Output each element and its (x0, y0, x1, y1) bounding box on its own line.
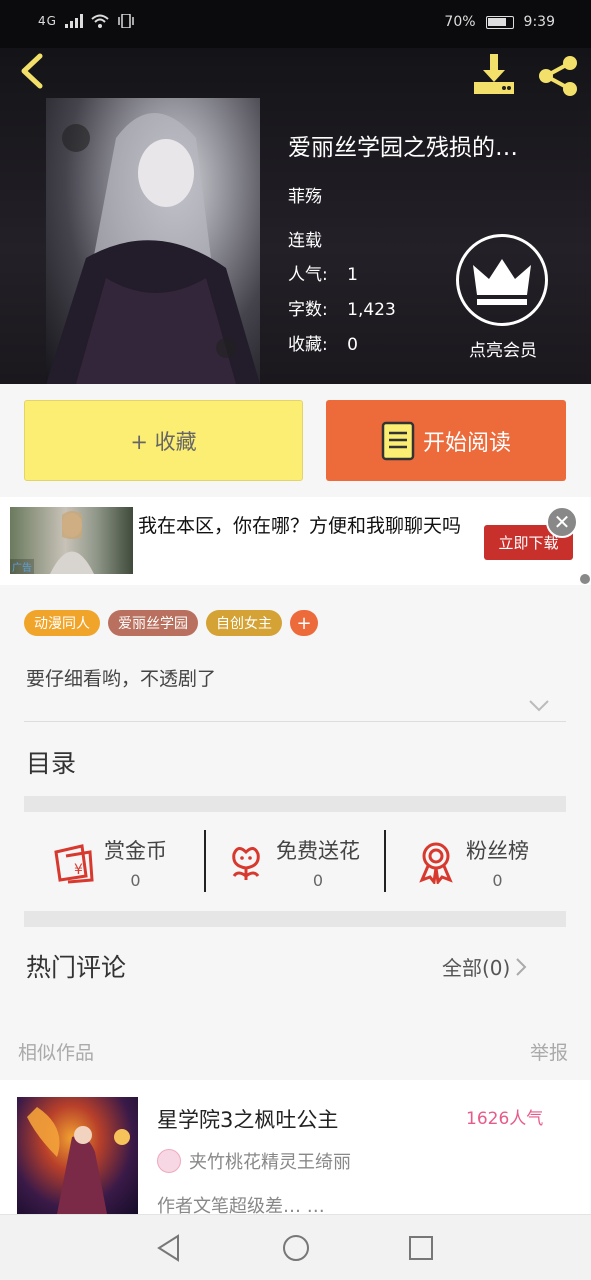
download-button[interactable] (470, 52, 518, 96)
send-flowers-button[interactable]: 免费送花 0 (224, 832, 360, 892)
download-icon (474, 54, 514, 94)
nav-home-button[interactable] (281, 1233, 311, 1263)
favorites-row: 收藏: 0 (288, 330, 358, 355)
all-comments-label: 全部(0) (442, 956, 511, 980)
reward-coins-button[interactable]: ¥ 赏金币 0 (52, 832, 167, 892)
book-header: 爱丽丝学园之残损的… 菲殇 连载 人气: 1 字数: 1,423 收藏: 0 点… (0, 48, 591, 384)
book-author[interactable]: 菲殇 (288, 182, 322, 207)
book-intro: 要仔细看哟，不透剧了 (26, 668, 217, 690)
book-cover-image (46, 98, 260, 384)
word-count-label: 字数: (288, 300, 328, 320)
similar-work-popularity: 1626人气 (466, 1109, 544, 1129)
send-flowers-count: 0 (312, 870, 324, 890)
word-count-row: 字数: 1,423 (288, 295, 396, 320)
signal-bars-icon (64, 14, 83, 28)
triangle-back-icon (157, 1234, 179, 1262)
battery-percent: 70% (444, 14, 476, 30)
vip-button[interactable] (456, 234, 548, 326)
popularity-value: 1 (347, 265, 358, 285)
popularity-row: 人气: 1 (288, 260, 358, 285)
system-nav-bar (0, 1214, 591, 1280)
battery-icon (485, 15, 514, 29)
similar-work-item[interactable]: 星学院3之枫吐公主 1626人气 夹竹桃花精灵王绮丽 作者文笔超级差… … (0, 1080, 591, 1217)
tag-item[interactable]: 爱丽丝学园 (108, 610, 198, 636)
report-link[interactable]: 举报 (530, 1038, 568, 1065)
similar-works-title: 相似作品 (18, 1042, 95, 1064)
share-button[interactable] (534, 54, 582, 98)
nav-recents-button[interactable] (406, 1233, 436, 1263)
send-flowers-label: 免费送花 (276, 838, 360, 863)
status-right: 70% 9:39 (444, 14, 555, 30)
svg-text:¥: ¥ (74, 862, 83, 878)
start-reading-button[interactable]: 开始阅读 (326, 400, 566, 481)
fan-ranking-count: 0 (492, 870, 503, 890)
reward-coins-label: 赏金币 (104, 838, 167, 863)
chevron-right-icon (516, 957, 527, 976)
ad-text[interactable]: 我在本区，你在哪？方便和我聊聊天吗 (138, 513, 468, 540)
table-of-contents-link[interactable]: 目录 (26, 744, 76, 780)
similar-work-author-row: 夹竹桃花精灵王绮丽 (157, 1148, 351, 1174)
ad-close-button[interactable]: ✕ (546, 506, 578, 538)
ad-image[interactable]: 广告 (10, 507, 133, 574)
square-recents-icon (409, 1236, 433, 1260)
expand-intro-button[interactable] (528, 698, 550, 712)
book-icon (381, 421, 415, 460)
divider (24, 721, 566, 722)
ad-info-icon[interactable] (580, 574, 590, 584)
back-button[interactable] (14, 52, 52, 90)
book-status: 连载 (288, 231, 322, 251)
action-separator (384, 830, 386, 892)
chevron-left-icon (21, 53, 43, 89)
collect-label: + 收藏 (130, 429, 197, 454)
hot-comments-title: 热门评论 (26, 953, 127, 982)
status-left: 4G (38, 14, 135, 28)
nav-back-button[interactable] (154, 1233, 184, 1263)
reward-coins-count: 0 (130, 870, 141, 890)
ad-tag: 广告 (10, 559, 34, 574)
status-bar: 4G 70% 9:39 (0, 0, 591, 48)
book-title: 爱丽丝学园之残损的… (288, 135, 518, 161)
similar-work-cover[interactable] (17, 1097, 138, 1214)
fan-ranking-label: 粉丝榜 (466, 838, 529, 863)
vip-label[interactable]: 点亮会员 (448, 336, 558, 361)
wifi-icon (91, 14, 109, 28)
chevron-down-icon (529, 700, 549, 712)
tag-list: 动漫同人 爱丽丝学园 自创女主 + (24, 610, 318, 636)
tag-item[interactable]: 动漫同人 (24, 610, 100, 636)
red-envelope-icon: ¥ (54, 844, 94, 884)
vibrate-icon (118, 14, 134, 28)
favorites-label: 收藏: (288, 335, 328, 355)
similar-work-title[interactable]: 星学院3之枫吐公主 (157, 1104, 338, 1134)
fan-ranking-button[interactable]: 粉丝榜 0 (414, 832, 529, 892)
collect-button[interactable]: + 收藏 (24, 400, 303, 481)
section-separator (24, 796, 566, 812)
crown-icon (473, 259, 531, 305)
flower-icon (232, 847, 260, 880)
clock: 9:39 (523, 14, 555, 30)
share-icon (539, 56, 577, 96)
action-separator (204, 830, 206, 892)
word-count-value: 1,423 (347, 300, 396, 320)
all-comments-link[interactable]: 全部(0) (442, 952, 528, 981)
signal-indicator: 4G (38, 14, 57, 28)
tag-item[interactable]: 自创女主 (206, 610, 282, 636)
author-avatar (157, 1149, 181, 1173)
favorites-value: 0 (347, 335, 358, 355)
similar-work-author: 夹竹桃花精灵王绮丽 (189, 1152, 351, 1173)
section-separator (24, 911, 566, 927)
medal-icon (419, 842, 453, 884)
add-tag-button[interactable]: + (290, 610, 318, 636)
popularity-label: 人气: (288, 265, 328, 285)
start-reading-label: 开始阅读 (422, 430, 511, 456)
circle-home-icon (283, 1235, 309, 1261)
